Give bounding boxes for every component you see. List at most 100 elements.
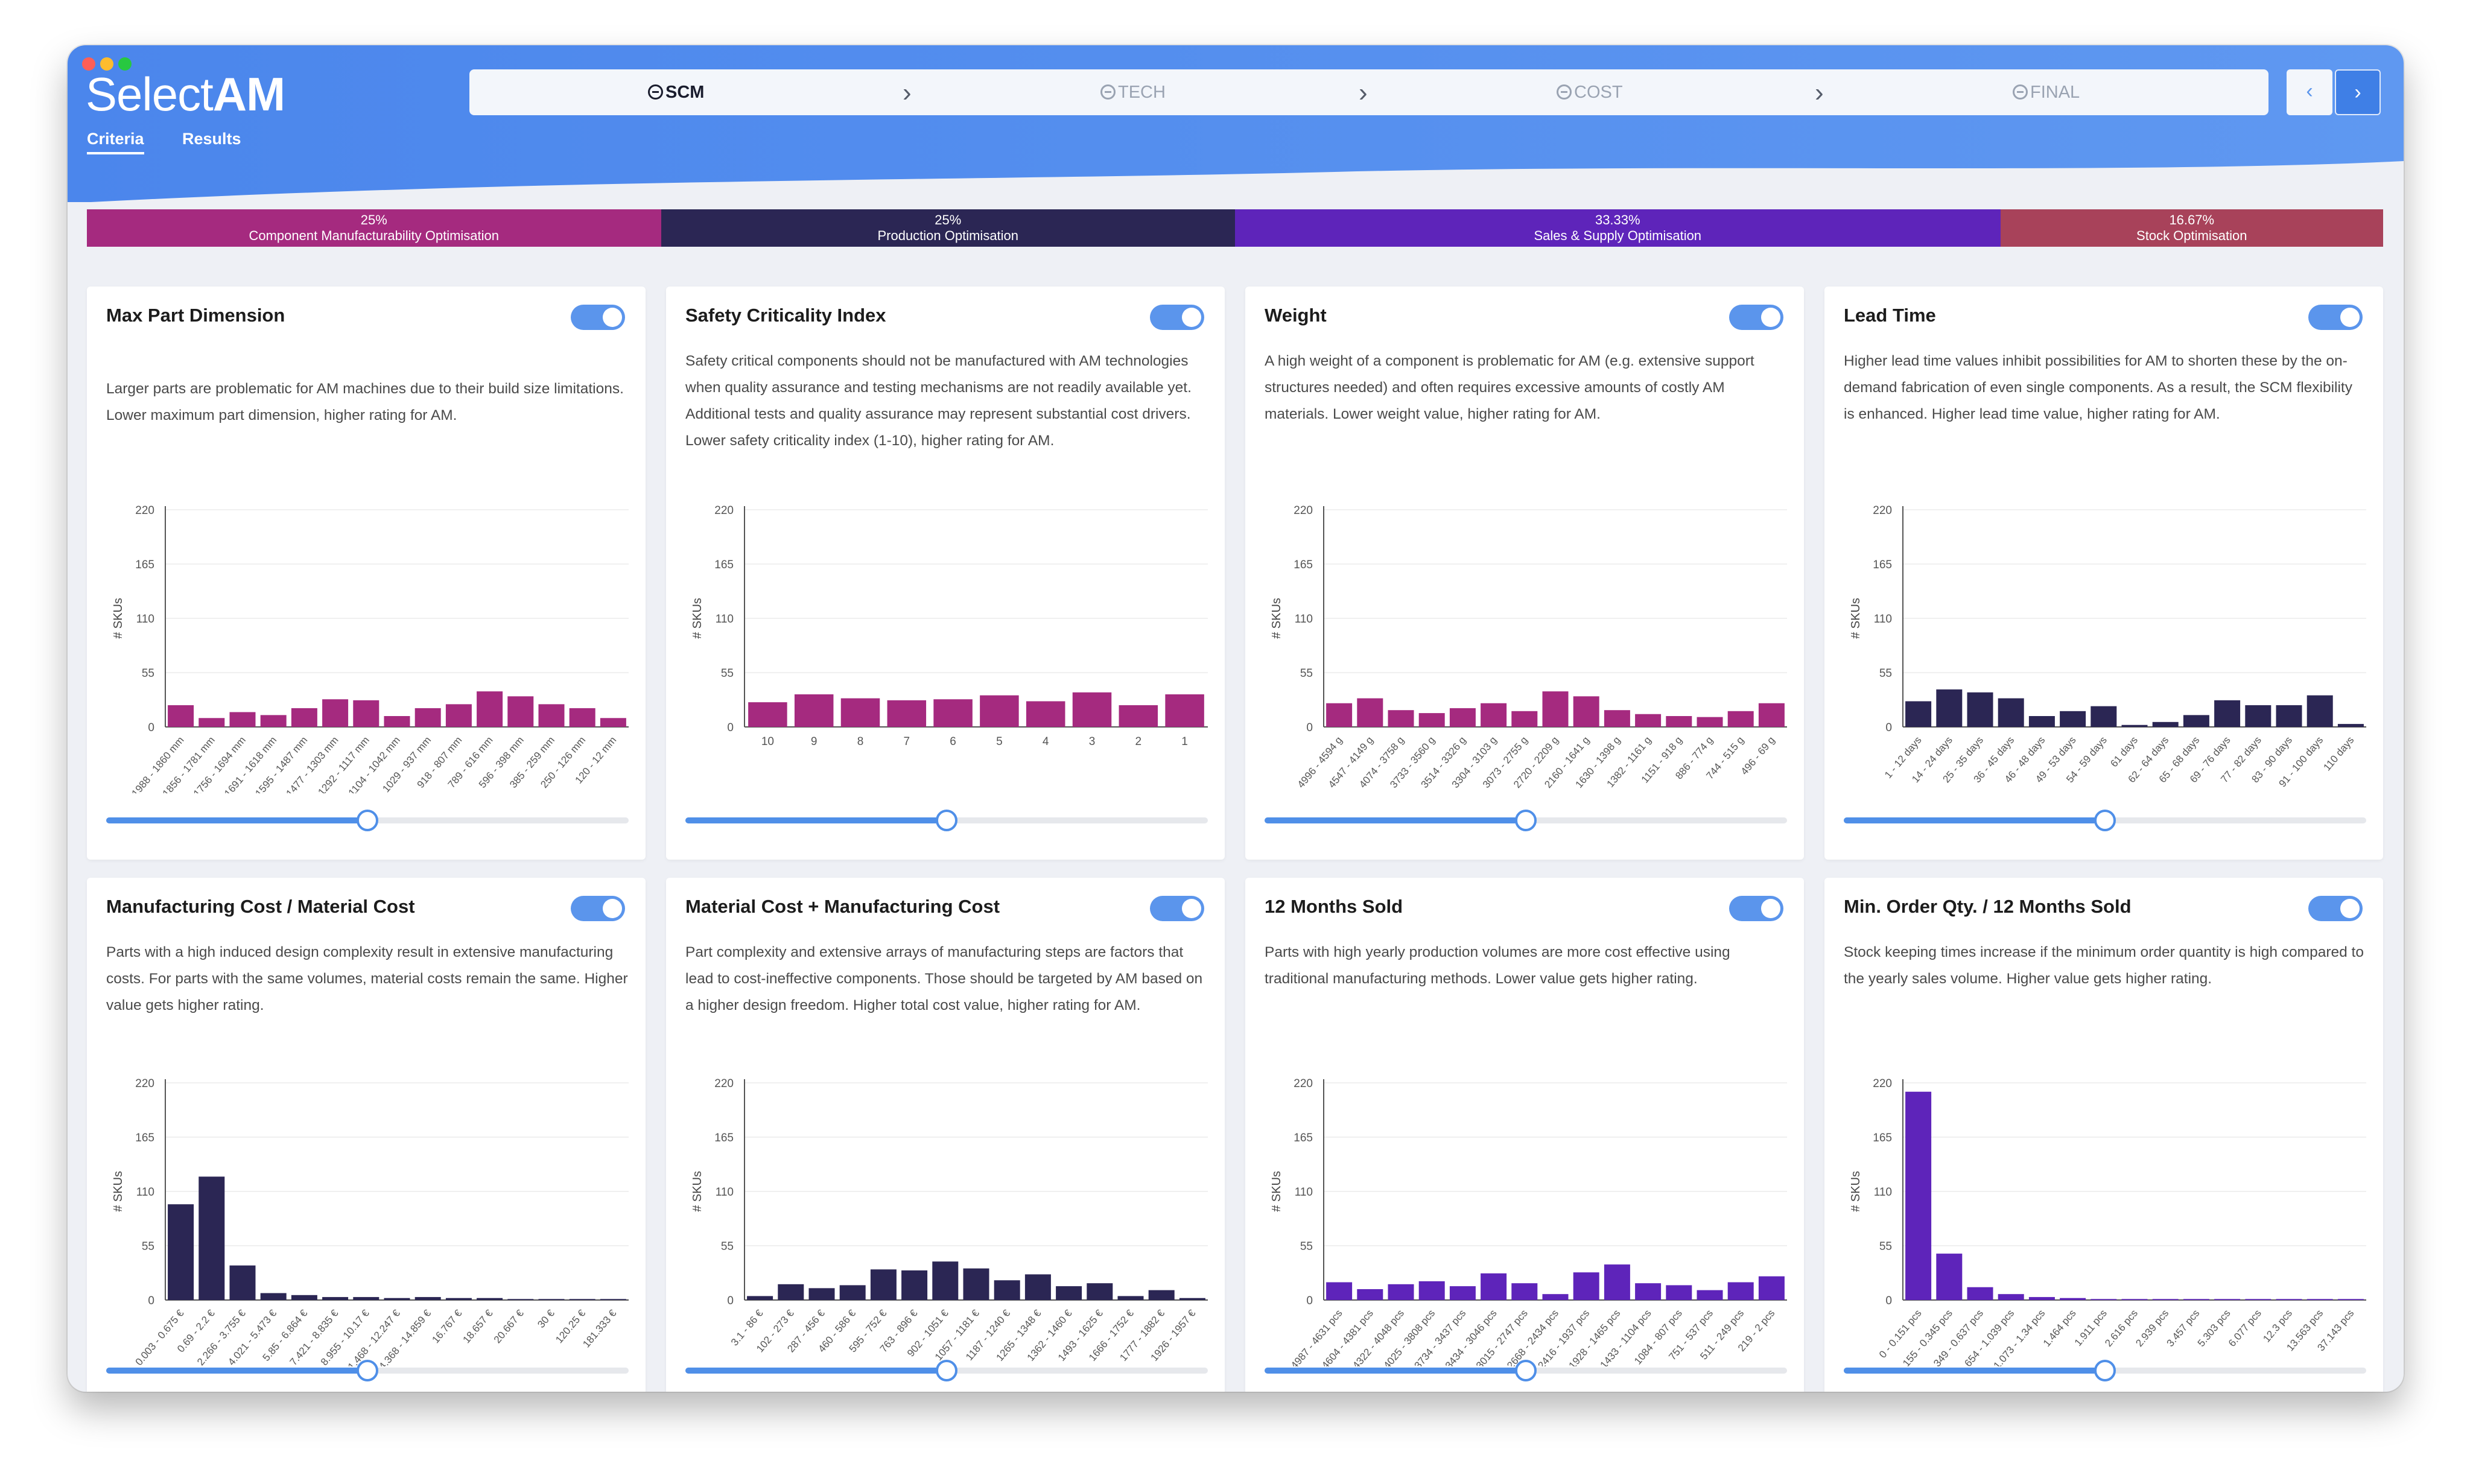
histogram-bar[interactable] <box>2337 724 2364 727</box>
histogram-bar[interactable] <box>980 695 1019 727</box>
histogram-bar[interactable] <box>1087 1283 1113 1300</box>
weight-segment[interactable]: 16.67% Stock Optimisation <box>2000 209 2383 247</box>
histogram-bar[interactable] <box>1072 692 1112 727</box>
histogram-bar[interactable] <box>1697 717 1723 727</box>
histogram-bar[interactable] <box>1967 1287 1993 1300</box>
histogram-bar[interactable] <box>507 1299 534 1300</box>
histogram-bar[interactable] <box>353 700 379 727</box>
histogram-bar[interactable] <box>1905 701 1932 727</box>
histogram-bar[interactable] <box>1604 710 1630 727</box>
histogram-bar[interactable] <box>569 1299 595 1300</box>
slider-thumb[interactable] <box>2094 1360 2116 1381</box>
histogram-bar[interactable] <box>2121 725 2148 727</box>
histogram-bar[interactable] <box>2245 705 2272 727</box>
histogram-bar[interactable] <box>901 1270 928 1300</box>
histogram-bar[interactable] <box>2091 706 2117 727</box>
histogram-bar[interactable] <box>2028 716 2055 727</box>
weight-slider[interactable] <box>1265 810 1787 831</box>
next-button[interactable]: › <box>2335 69 2381 115</box>
histogram-bar[interactable] <box>569 708 595 727</box>
weight-slider[interactable] <box>1844 810 2366 831</box>
histogram-bar[interactable] <box>538 704 565 727</box>
histogram-bar[interactable] <box>1998 1294 2024 1300</box>
slider-thumb[interactable] <box>1515 810 1537 831</box>
histogram-bar[interactable] <box>1666 1285 1692 1300</box>
histogram-bar[interactable] <box>260 1293 287 1300</box>
histogram-bar[interactable] <box>2121 1299 2148 1300</box>
histogram-bar[interactable] <box>2152 721 2179 727</box>
histogram-bar[interactable] <box>1727 1282 1754 1300</box>
histogram-bar[interactable] <box>1758 703 1785 727</box>
histogram-bar[interactable] <box>1119 705 1158 727</box>
previous-button[interactable]: ‹ <box>2287 69 2332 115</box>
criterion-toggle[interactable] <box>2308 896 2363 921</box>
histogram-bar[interactable] <box>2060 711 2086 727</box>
histogram-bar[interactable] <box>2214 700 2241 727</box>
histogram-bar[interactable] <box>414 708 441 727</box>
histogram-bar[interactable] <box>2183 1299 2209 1300</box>
histogram-bar[interactable] <box>1936 1254 1963 1300</box>
histogram-bar[interactable] <box>384 716 410 727</box>
histogram-bar[interactable] <box>1666 716 1692 727</box>
histogram-bar[interactable] <box>840 698 880 727</box>
step-tech[interactable]: TECH <box>1100 69 1166 115</box>
histogram-bar[interactable] <box>1573 696 1599 727</box>
histogram-bar[interactable] <box>994 1280 1020 1300</box>
weight-slider[interactable] <box>106 810 629 831</box>
histogram-bar[interactable] <box>322 1297 349 1300</box>
histogram-bar[interactable] <box>2306 695 2333 727</box>
criterion-toggle[interactable] <box>1150 305 1204 330</box>
histogram-bar[interactable] <box>778 1284 804 1300</box>
histogram-bar[interactable] <box>932 1261 959 1300</box>
histogram-bar[interactable] <box>887 700 927 727</box>
slider-thumb[interactable] <box>357 810 378 831</box>
histogram-bar[interactable] <box>229 712 256 727</box>
histogram-bar[interactable] <box>600 718 626 727</box>
histogram-bar[interactable] <box>747 1296 773 1300</box>
histogram-bar[interactable] <box>1056 1286 1082 1300</box>
histogram-bar[interactable] <box>291 1295 317 1300</box>
histogram-bar[interactable] <box>870 1269 897 1300</box>
histogram-bar[interactable] <box>1388 1284 1414 1300</box>
slider-thumb[interactable] <box>2094 810 2116 831</box>
histogram-bar[interactable] <box>445 704 472 727</box>
histogram-bar[interactable] <box>445 1298 472 1300</box>
histogram-bar[interactable] <box>1165 694 1204 727</box>
histogram-bar[interactable] <box>353 1297 379 1300</box>
histogram-bar[interactable] <box>1179 1298 1205 1300</box>
histogram-bar[interactable] <box>1481 703 1507 727</box>
histogram-bar[interactable] <box>748 702 787 727</box>
histogram-bar[interactable] <box>1542 691 1569 727</box>
histogram-bar[interactable] <box>1418 713 1445 727</box>
histogram-bar[interactable] <box>839 1285 866 1300</box>
histogram-bar[interactable] <box>963 1268 989 1300</box>
histogram-bar[interactable] <box>1542 1294 1569 1300</box>
criterion-toggle[interactable] <box>571 896 625 921</box>
weight-slider[interactable] <box>685 1360 1208 1381</box>
histogram-bar[interactable] <box>538 1299 565 1300</box>
histogram-bar[interactable] <box>1998 698 2024 727</box>
slider-thumb[interactable] <box>357 1360 378 1381</box>
histogram-bar[interactable] <box>2091 1299 2117 1300</box>
histogram-bar[interactable] <box>2306 1299 2333 1300</box>
histogram-bar[interactable] <box>1905 1091 1932 1300</box>
histogram-bar[interactable] <box>414 1297 441 1300</box>
step-scm[interactable]: SCM <box>648 69 704 115</box>
histogram-bar[interactable] <box>600 1299 626 1300</box>
histogram-bar[interactable] <box>2060 1298 2086 1300</box>
histogram-bar[interactable] <box>1026 701 1065 727</box>
weight-slider[interactable] <box>106 1360 629 1381</box>
weight-segment[interactable]: 25% Component Manufacturability Optimisat… <box>87 209 661 247</box>
histogram-bar[interactable] <box>2183 715 2209 727</box>
weight-slider[interactable] <box>1265 1360 1787 1381</box>
histogram-bar[interactable] <box>1758 1276 1785 1300</box>
histogram-bar[interactable] <box>1727 711 1754 727</box>
criterion-toggle[interactable] <box>1150 896 1204 921</box>
histogram-bar[interactable] <box>1936 689 1963 727</box>
criterion-toggle[interactable] <box>571 305 625 330</box>
histogram-bar[interactable] <box>198 1176 225 1300</box>
slider-thumb[interactable] <box>936 1360 957 1381</box>
histogram-bar[interactable] <box>2152 1299 2179 1300</box>
histogram-bar[interactable] <box>198 718 225 727</box>
weight-segment[interactable]: 33.33% Sales & Supply Optimisation <box>1235 209 2001 247</box>
